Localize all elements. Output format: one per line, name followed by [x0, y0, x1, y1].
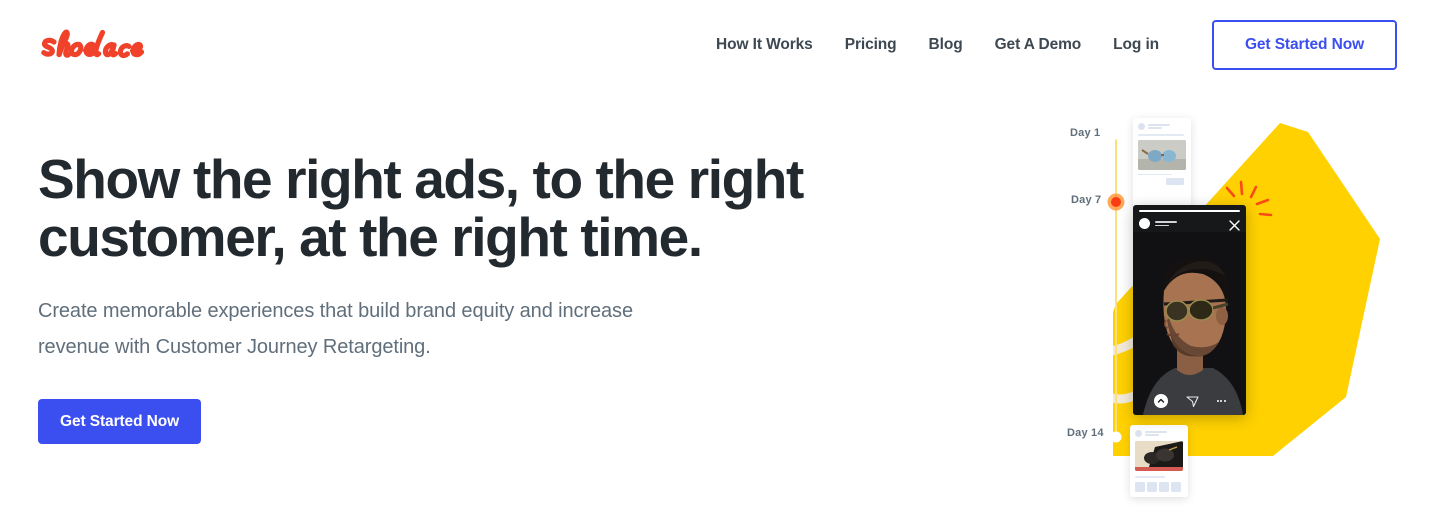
placeholder-line — [1138, 173, 1172, 175]
timeline-label-day-14: Day 14 — [1067, 427, 1104, 439]
post-card-day-1 — [1133, 118, 1191, 206]
timeline-dot-day-7 — [1107, 193, 1125, 211]
timeline-label-day-1: Day 1 — [1070, 127, 1101, 139]
post-card-thumbnails — [1135, 482, 1183, 492]
post-card-header — [1135, 430, 1183, 437]
placeholder-line — [1145, 431, 1167, 433]
nav-get-started-button[interactable]: Get Started Now — [1212, 20, 1397, 70]
avatar — [1135, 430, 1142, 437]
close-icon[interactable] — [1229, 218, 1240, 231]
story-portrait-image — [1133, 232, 1246, 415]
dot — [1220, 400, 1222, 402]
story-progress-bar — [1139, 210, 1240, 212]
post-card-meta — [1148, 124, 1170, 129]
dot — [1223, 400, 1226, 402]
placeholder-line — [1148, 124, 1170, 126]
hero-section: Show the right ads, to the right custome… — [38, 150, 848, 444]
post-image-black-sunglasses — [1135, 441, 1183, 471]
nav-link-get-a-demo[interactable]: Get A Demo — [979, 28, 1098, 62]
post-card-meta — [1145, 431, 1167, 436]
nav-links: How It Works Pricing Blog Get A Demo Log… — [700, 0, 1175, 90]
post-card-tag — [1166, 178, 1184, 185]
thumbnail — [1171, 482, 1181, 492]
nav-link-log-in[interactable]: Log in — [1097, 28, 1175, 62]
thumbnail — [1147, 482, 1157, 492]
avatar — [1138, 123, 1145, 130]
story-meta — [1155, 221, 1177, 226]
placeholder-line — [1148, 127, 1162, 129]
hero-title: Show the right ads, to the right custome… — [38, 148, 804, 268]
timeline-label-day-7: Day 7 — [1071, 194, 1102, 206]
timeline-dot-day-1 — [1110, 128, 1122, 140]
nav-link-how-it-works[interactable]: How It Works — [700, 28, 829, 62]
hero-get-started-button[interactable]: Get Started Now — [38, 399, 202, 444]
dot — [1216, 400, 1219, 402]
send-icon[interactable] — [1185, 395, 1199, 408]
placeholder-line — [1135, 476, 1165, 478]
story-header — [1139, 218, 1240, 229]
shoelace-logo[interactable]: shoelace — [38, 24, 173, 66]
timeline-dot-day-14 — [1110, 431, 1122, 443]
chevron-up-icon[interactable] — [1153, 394, 1168, 408]
more-icon[interactable] — [1216, 400, 1226, 402]
placeholder-line — [1145, 434, 1159, 436]
post-image-sunglasses — [1138, 139, 1186, 170]
top-navigation-bar: shoelace How It Works Pricing Blog Get A… — [0, 0, 1429, 90]
thumbnail — [1159, 482, 1169, 492]
post-card-day-14 — [1130, 425, 1188, 497]
landing-page: shoelace How It Works Pricing Blog Get A… — [0, 0, 1429, 526]
hero-subtitle: Create memorable experiences that build … — [38, 300, 633, 358]
avatar — [1139, 218, 1150, 229]
hero-illustration: Day 1 Day 7 Day 14 — [950, 90, 1429, 526]
placeholder-line — [1138, 134, 1184, 136]
nav-link-blog[interactable]: Blog — [913, 28, 979, 62]
story-footer-actions — [1133, 394, 1246, 408]
nav-link-pricing[interactable]: Pricing — [829, 28, 913, 62]
placeholder-line — [1155, 221, 1177, 223]
thumbnail — [1135, 482, 1145, 492]
instagram-story-card[interactable] — [1133, 205, 1246, 415]
placeholder-line — [1155, 224, 1169, 226]
post-card-header — [1138, 123, 1186, 130]
